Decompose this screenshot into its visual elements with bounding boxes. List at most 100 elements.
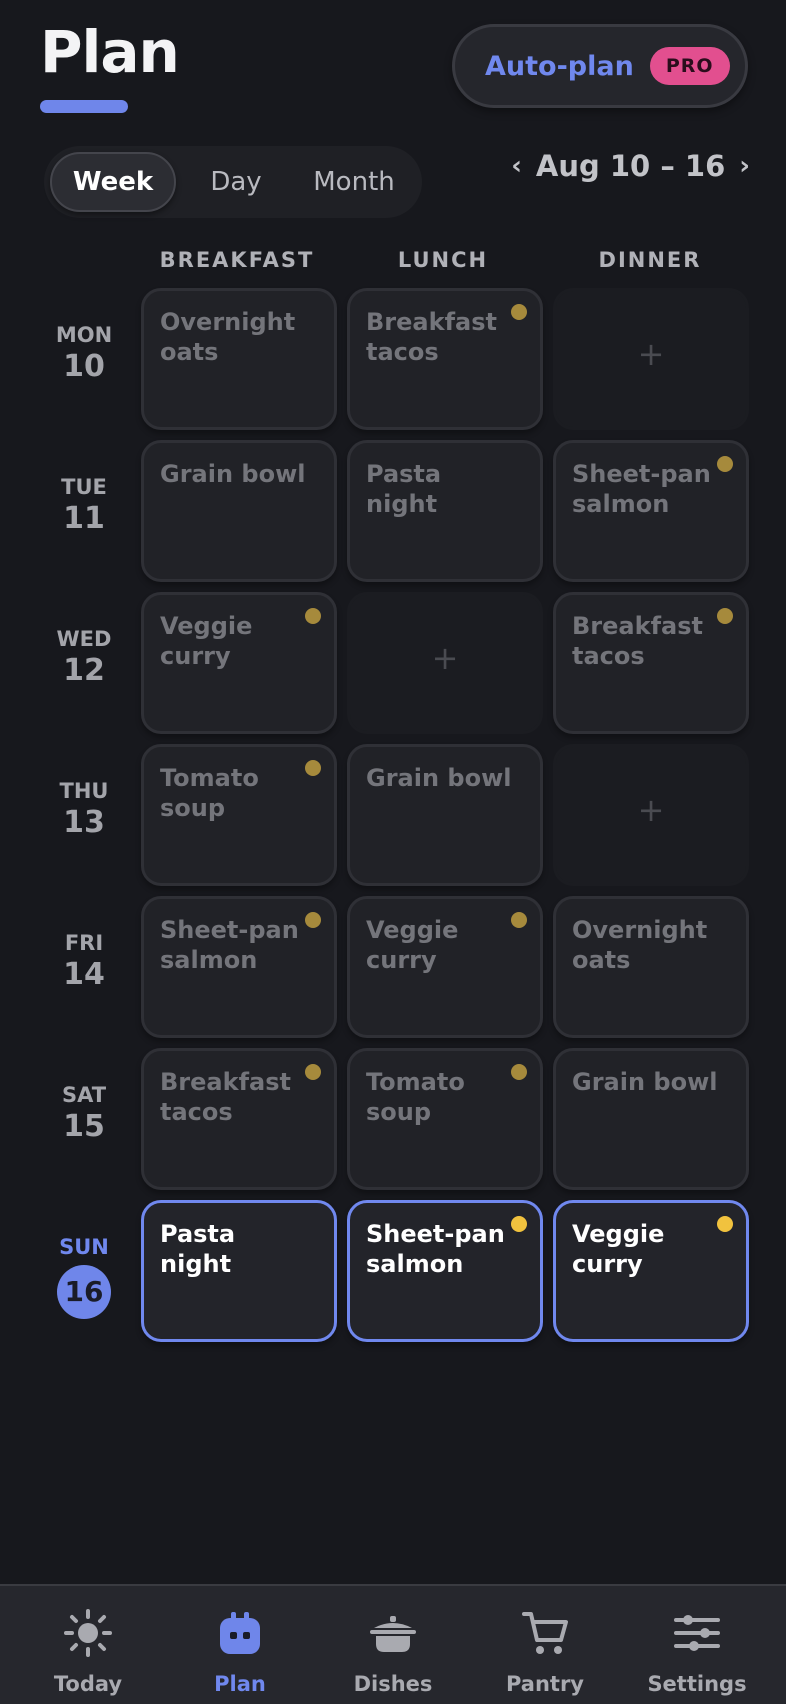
- meal-card[interactable]: Grain bowl: [553, 1048, 749, 1190]
- meal-card[interactable]: Grain bowl: [141, 440, 337, 582]
- meal-card[interactable]: Breakfast tacos: [553, 592, 749, 734]
- day-label: MON 10: [44, 323, 124, 384]
- meal-name: Sheet-pan salmon: [572, 460, 711, 518]
- pro-badge: PRO: [649, 47, 730, 85]
- day-number: 15: [63, 1109, 105, 1144]
- meal-name: Sheet-pan salmon: [160, 916, 299, 974]
- tab-plan[interactable]: Plan: [170, 1586, 310, 1704]
- tab-today[interactable]: Today: [18, 1586, 158, 1704]
- status-dot: [717, 608, 733, 624]
- meal-card[interactable]: Tomato soup: [141, 744, 337, 886]
- sliders-icon: [674, 1615, 720, 1651]
- day-label: FRI 14: [44, 931, 124, 992]
- meal-name: Breakfast tacos: [160, 1068, 291, 1126]
- today-date-badge: 16: [57, 1265, 111, 1319]
- tab-pantry[interactable]: Pantry: [475, 1586, 615, 1704]
- day-of-week: SUN: [59, 1235, 109, 1259]
- meal-name: Overnight oats: [160, 308, 296, 366]
- day-of-week: FRI: [64, 931, 104, 955]
- auto-plan-label: Auto-plan: [485, 50, 634, 82]
- day-number: 13: [63, 805, 105, 840]
- meal-card[interactable]: Sheet-pan salmon: [347, 1200, 543, 1342]
- meal-card[interactable]: Breakfast tacos: [347, 288, 543, 430]
- day-of-week: TUE: [61, 475, 107, 499]
- column-header-breakfast: BREAKFAST: [159, 248, 315, 272]
- day-label: WED 12: [44, 627, 124, 688]
- plus-icon: +: [637, 335, 665, 373]
- day-label: TUE 11: [44, 475, 124, 536]
- tab-day[interactable]: Day: [184, 152, 288, 212]
- day-of-week: SAT: [61, 1083, 107, 1107]
- day-number: 12: [63, 653, 105, 688]
- plus-icon: +: [637, 791, 665, 829]
- status-dot: [305, 760, 321, 776]
- status-dot: [305, 912, 321, 928]
- meal-name: Veggie curry: [160, 612, 253, 670]
- meal-card[interactable]: Grain bowl: [347, 744, 543, 886]
- day-number: 14: [63, 957, 105, 992]
- day-of-week: THU: [59, 779, 109, 803]
- status-dot: [717, 1216, 733, 1232]
- tab-today-label: Today: [53, 1672, 123, 1696]
- tab-month[interactable]: Month: [292, 152, 416, 212]
- date-range-nav: ‹ Aug 10 – 16 ›: [511, 146, 750, 186]
- status-dot: [305, 608, 321, 624]
- column-header-dinner: DINNER: [598, 248, 702, 272]
- prev-week-button[interactable]: ‹: [511, 151, 522, 181]
- page-title: Plan: [40, 18, 180, 86]
- meal-card[interactable]: Tomato soup: [347, 1048, 543, 1190]
- status-dot: [511, 1216, 527, 1232]
- meal-card[interactable]: Veggie curry: [141, 592, 337, 734]
- meal-name: Tomato soup: [160, 764, 259, 822]
- column-header-lunch: LUNCH: [397, 248, 489, 272]
- meal-card[interactable]: Pasta night: [141, 1200, 337, 1342]
- meal-card[interactable]: Sheet-pan salmon: [141, 896, 337, 1038]
- add-meal-slot[interactable]: +: [347, 592, 543, 734]
- day-label: THU 13: [44, 779, 124, 840]
- tab-settings[interactable]: Settings: [627, 1586, 767, 1704]
- next-week-button[interactable]: ›: [739, 151, 750, 181]
- meal-name: Pasta night: [160, 1220, 236, 1278]
- day-label: SAT 15: [44, 1083, 124, 1144]
- tab-plan-label: Plan: [214, 1672, 266, 1696]
- meal-card[interactable]: Overnight oats: [141, 288, 337, 430]
- add-meal-slot[interactable]: +: [553, 744, 749, 886]
- meal-name: Veggie curry: [366, 916, 459, 974]
- day-number: 10: [63, 349, 105, 384]
- cart-icon: [522, 1612, 568, 1654]
- add-meal-slot[interactable]: +: [553, 288, 749, 430]
- meal-name: Grain bowl: [160, 460, 306, 488]
- meal-name: Sheet-pan salmon: [366, 1220, 505, 1278]
- auto-plan-button[interactable]: Auto-plan PRO: [452, 24, 748, 108]
- status-dot: [305, 1064, 321, 1080]
- date-range-label: Aug 10 – 16: [535, 149, 726, 183]
- day-label: SUN 16: [44, 1235, 124, 1319]
- day-number: 11: [63, 501, 105, 536]
- tab-dishes[interactable]: Dishes: [323, 1586, 463, 1704]
- plus-icon: +: [431, 639, 459, 677]
- meal-card[interactable]: Overnight oats: [553, 896, 749, 1038]
- meal-card[interactable]: Breakfast tacos: [141, 1048, 337, 1190]
- tab-week[interactable]: Week: [50, 152, 176, 212]
- view-segmented-control: Week Day Month: [44, 146, 422, 218]
- meal-name: Grain bowl: [366, 764, 512, 792]
- meal-card[interactable]: Pasta night: [347, 440, 543, 582]
- bottom-tab-bar: Today Plan Dishes Pantry Settings: [0, 1584, 786, 1704]
- meal-card[interactable]: Veggie curry: [553, 1200, 749, 1342]
- meal-name: Breakfast tacos: [572, 612, 703, 670]
- status-dot: [717, 456, 733, 472]
- meal-name: Grain bowl: [572, 1068, 718, 1096]
- day-of-week: MON: [55, 323, 113, 347]
- meal-card[interactable]: Sheet-pan salmon: [553, 440, 749, 582]
- status-dot: [511, 1064, 527, 1080]
- tab-dishes-label: Dishes: [353, 1672, 433, 1696]
- day-of-week: WED: [56, 627, 112, 651]
- meal-name: Tomato soup: [366, 1068, 465, 1126]
- meal-card[interactable]: Veggie curry: [347, 896, 543, 1038]
- tab-pantry-label: Pantry: [505, 1672, 585, 1696]
- meal-name: Veggie curry: [572, 1220, 665, 1278]
- title-underline: [40, 100, 128, 113]
- meal-name: Overnight oats: [572, 916, 708, 974]
- meal-name: Pasta night: [366, 460, 442, 518]
- meal-name: Breakfast tacos: [366, 308, 497, 366]
